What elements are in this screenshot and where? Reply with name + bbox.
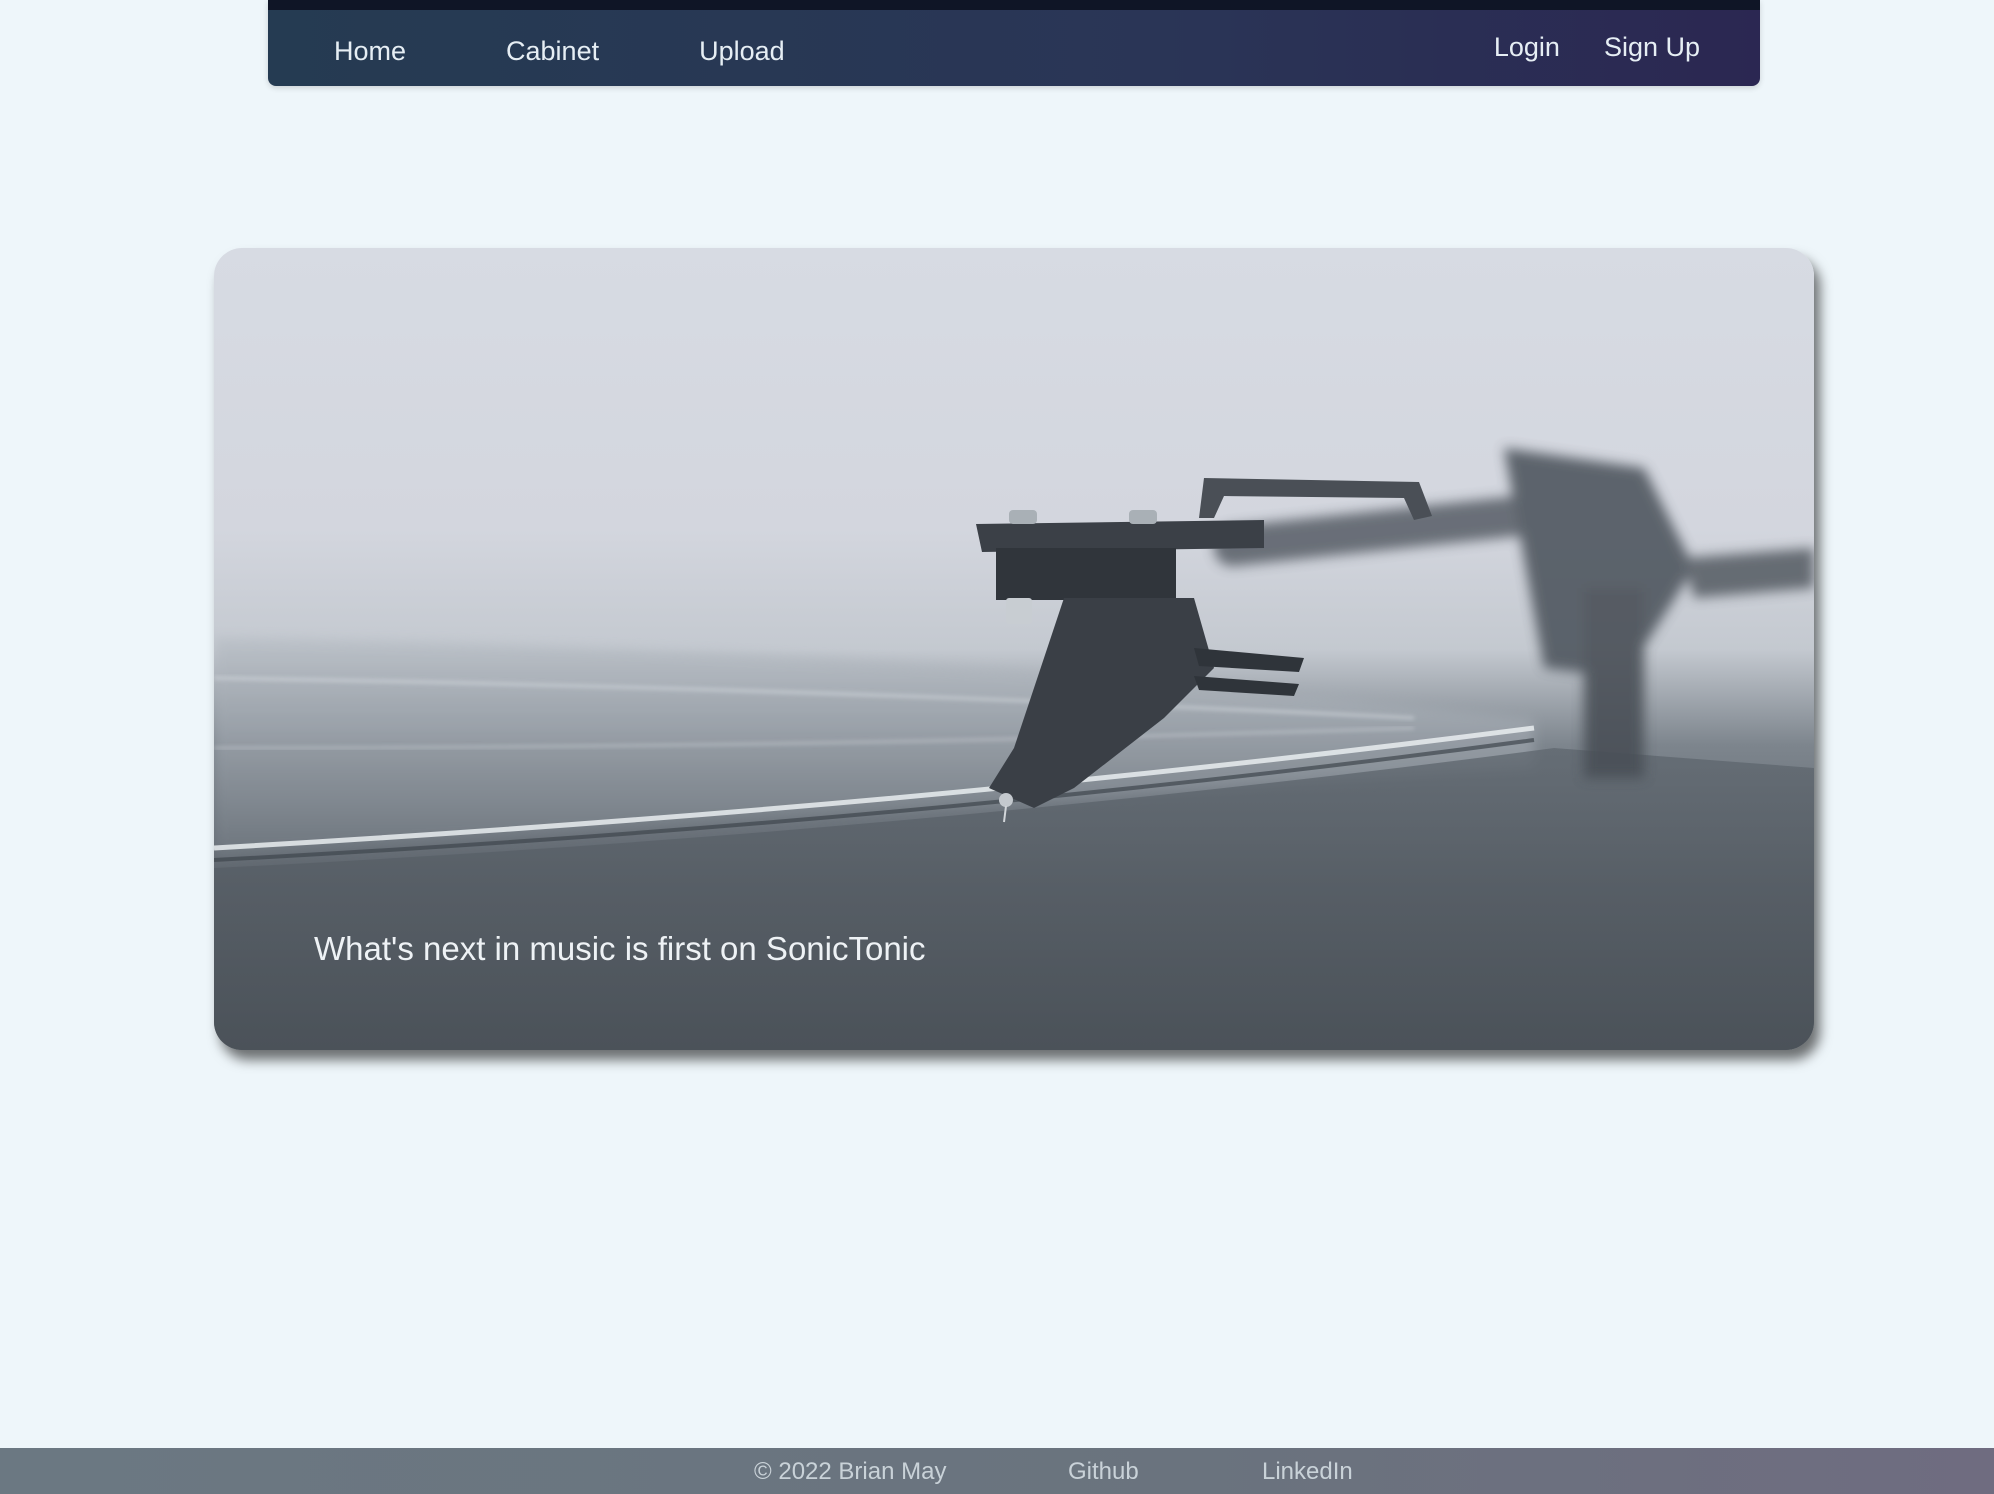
nav-upload-link[interactable]: Upload xyxy=(699,36,785,67)
nav-auth-links: Login Sign Up xyxy=(1494,32,1700,63)
hero-banner: What's next in music is first on SonicTo… xyxy=(214,248,1814,1050)
login-link[interactable]: Login xyxy=(1494,32,1560,63)
footer-github-link[interactable]: Github xyxy=(1068,1458,1139,1486)
nav-primary-links: Home Cabinet Upload xyxy=(334,36,885,67)
page-footer: © 2022 Brian May Github LinkedIn xyxy=(0,1448,1994,1494)
nav-cabinet-link[interactable]: Cabinet xyxy=(506,36,599,67)
footer-copyright: © 2022 Brian May xyxy=(754,1458,947,1485)
hero-tagline: What's next in music is first on SonicTo… xyxy=(314,930,926,967)
footer-linkedin-link[interactable]: LinkedIn xyxy=(1262,1458,1353,1486)
signup-link[interactable]: Sign Up xyxy=(1604,32,1700,63)
nav-home-link[interactable]: Home xyxy=(334,36,406,67)
top-navbar: Home Cabinet Upload Login Sign Up xyxy=(268,0,1760,86)
page: Home Cabinet Upload Login Sign Up What's… xyxy=(0,0,1994,1494)
